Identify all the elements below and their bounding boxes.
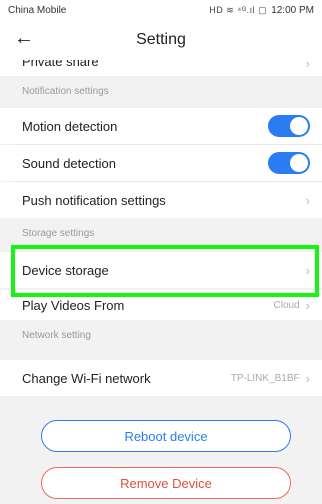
- carrier-label: China Mobile: [8, 4, 67, 16]
- header: ← Setting: [0, 20, 322, 60]
- status-right: HD ≋ ⁴ᴳ.ıl ▢ 12:00 PM: [209, 5, 314, 16]
- chevron-right-icon: ›: [305, 370, 310, 386]
- chevron-right-icon: ›: [305, 192, 310, 208]
- reboot-device-button[interactable]: Reboot device: [41, 420, 291, 452]
- row-motion-detection: Motion detection: [0, 108, 322, 144]
- chevron-right-icon: ›: [305, 60, 310, 71]
- row-label: Play Videos From: [22, 297, 125, 313]
- signal-battery-icon: HD ≋ ⁴ᴳ.ıl ▢: [209, 4, 268, 15]
- remove-device-button[interactable]: Remove Device: [41, 467, 291, 499]
- section-header-notifications: Notification settings: [0, 76, 322, 108]
- page-title: Setting: [136, 31, 186, 48]
- row-label: Change Wi-Fi network: [22, 370, 151, 386]
- chevron-right-icon: ›: [305, 297, 310, 313]
- row-change-wifi-network[interactable]: Change Wi-Fi network TP-LINK_B1BF ›: [0, 360, 322, 396]
- section-header-network: Network setting: [0, 320, 322, 352]
- section-header-storage: Storage settings: [0, 218, 322, 250]
- chevron-right-icon: ›: [305, 262, 310, 278]
- row-play-videos-from[interactable]: Play Videos From Cloud ›: [0, 290, 322, 320]
- row-label: Sound detection: [22, 155, 116, 171]
- row-label: Private share: [22, 60, 99, 69]
- row-value: Cloud: [273, 299, 300, 311]
- clock: 12:00 PM: [271, 4, 314, 16]
- status-bar: China Mobile HD ≋ ⁴ᴳ.ıl ▢ 12:00 PM: [0, 0, 322, 20]
- row-push-notification-settings[interactable]: Push notification settings ›: [0, 182, 322, 218]
- arrow-left-icon[interactable]: ←: [14, 27, 34, 49]
- row-device-storage[interactable]: Device storage ›: [0, 252, 322, 288]
- row-label: Motion detection: [22, 118, 118, 134]
- row-label: Push notification settings: [22, 192, 166, 208]
- motion-detection-toggle[interactable]: [268, 115, 310, 137]
- row-value: TP-LINK_B1BF: [230, 372, 300, 384]
- row-private-share[interactable]: Private share ›: [0, 60, 322, 76]
- row-label: Device storage: [22, 262, 109, 278]
- row-sound-detection: Sound detection: [0, 145, 322, 181]
- sound-detection-toggle[interactable]: [268, 152, 310, 174]
